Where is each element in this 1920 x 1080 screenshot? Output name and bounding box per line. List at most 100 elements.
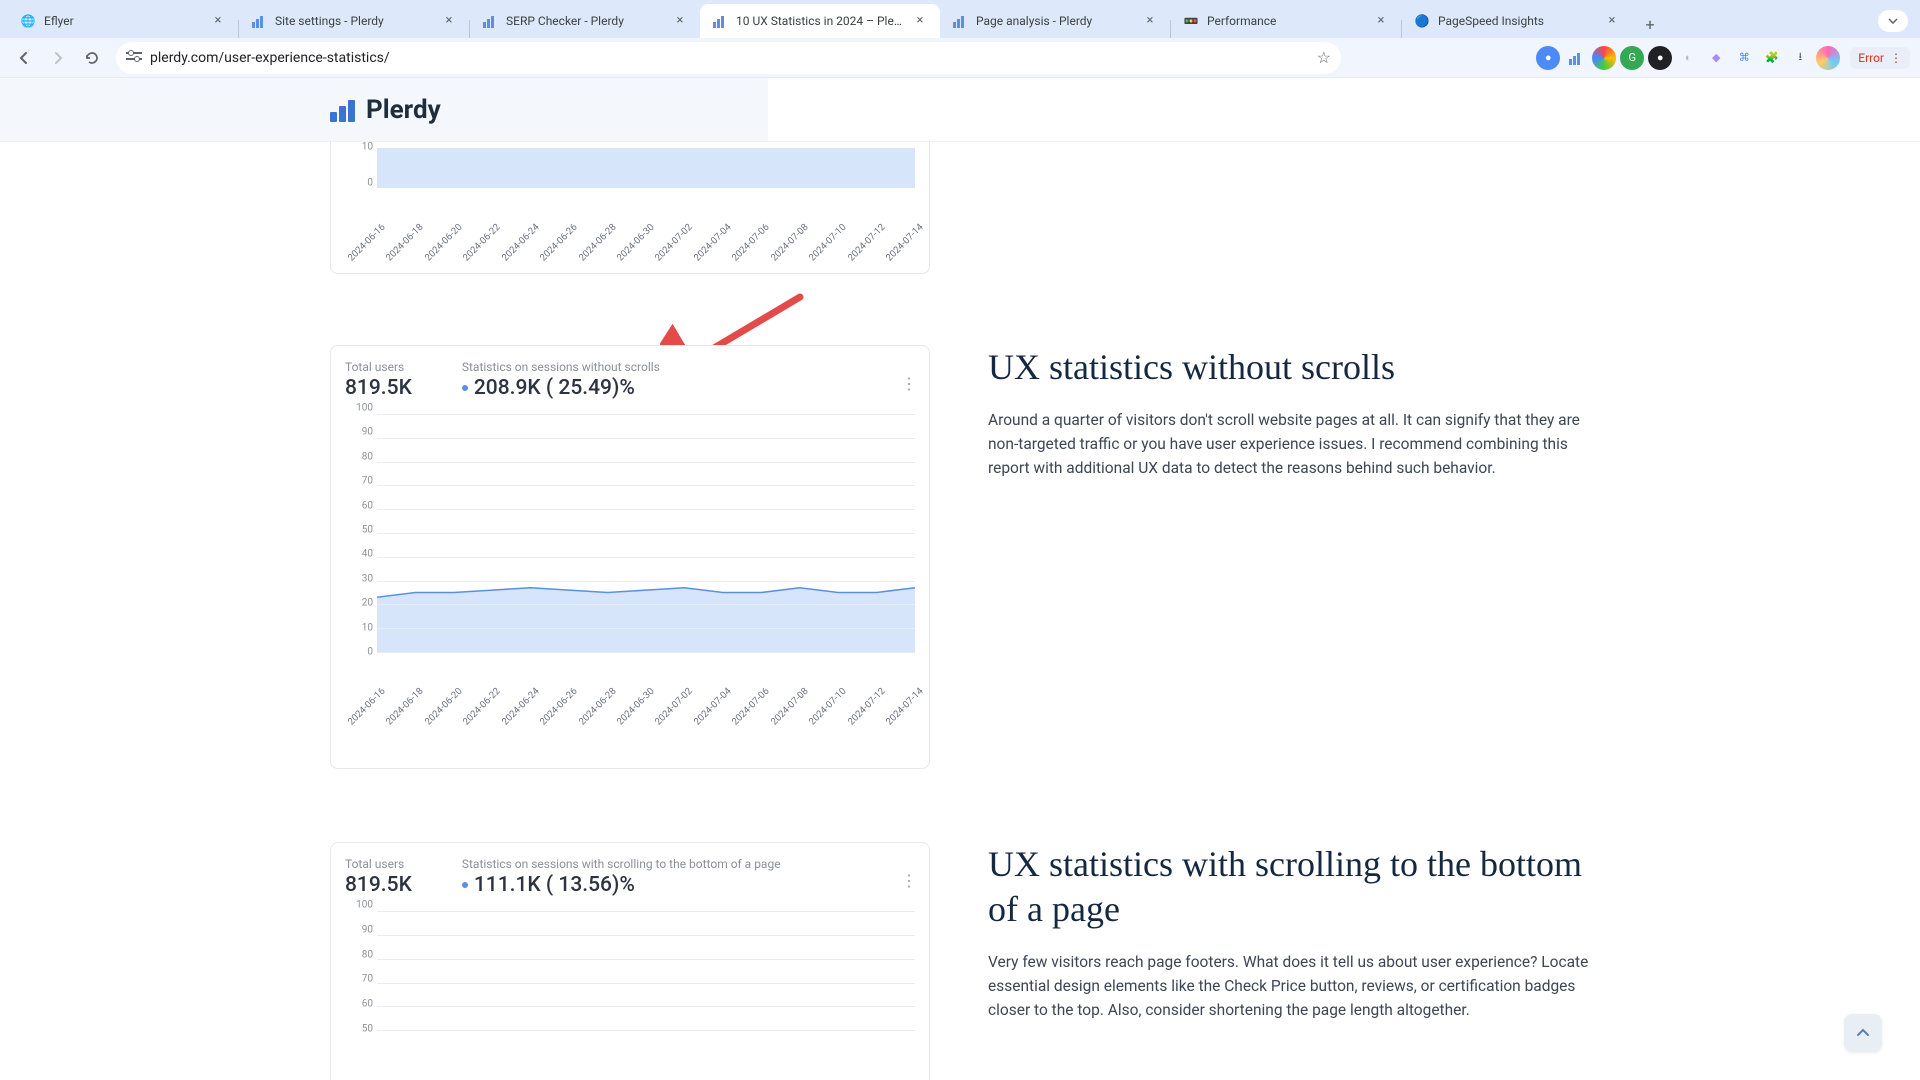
tab-title: 10 UX Statistics in 2024 – Plerdy <box>736 14 904 28</box>
close-icon[interactable]: × <box>1142 13 1158 29</box>
plerdy-favicon-icon <box>482 13 498 29</box>
url-text: plerdy.com/user-experience-statistics/ <box>150 50 1309 66</box>
x-tick: 2024-06-22 <box>461 686 503 728</box>
stat-label: Total users <box>345 360 412 374</box>
y-axis: 1009080706050 <box>345 905 377 1065</box>
x-tick: 2024-07-06 <box>730 686 772 728</box>
new-tab-button[interactable]: + <box>1636 10 1664 38</box>
extension-icon[interactable]: G <box>1620 46 1644 70</box>
x-tick: 2024-07-04 <box>692 222 734 264</box>
chart-plot-area <box>377 911 915 1065</box>
page-content: 10 0 2024-06-162024-06-182024-06-202024-… <box>0 142 1920 1080</box>
x-tick: 2024-06-24 <box>500 222 542 264</box>
extension-icon[interactable]: ● <box>1648 46 1672 70</box>
x-axis: 2024-06-162024-06-182024-06-202024-06-22… <box>377 188 915 230</box>
stat-total-users: Total users 819.5K <box>345 857 412 897</box>
downloads-icon[interactable]: ⭳ <box>1788 46 1812 70</box>
plerdy-logo[interactable]: Plerdy <box>330 95 441 125</box>
close-icon[interactable]: × <box>672 13 688 29</box>
bookmark-star-icon[interactable]: ☆ <box>1317 48 1331 67</box>
close-icon[interactable]: × <box>912 13 928 29</box>
y-tick: 50 <box>362 1024 373 1035</box>
globe-icon: 🌐 <box>20 13 36 29</box>
x-tick: 2024-07-14 <box>884 222 926 264</box>
y-tick: 70 <box>362 974 373 985</box>
extension-icon[interactable] <box>1592 46 1616 70</box>
y-tick: 30 <box>362 573 373 584</box>
stat-value: 111.1K ( 13.56)% <box>462 873 781 897</box>
extensions-area: ● G ● ◐ ◆ ⌘ 🧩 ⭳ Error ⋮ <box>1536 46 1910 70</box>
x-tick: 2024-07-12 <box>845 222 887 264</box>
stat-sessions-scroll-bottom: Statistics on sessions with scrolling to… <box>462 857 781 897</box>
tab-title: Performance <box>1207 14 1365 28</box>
y-tick: 20 <box>362 598 373 609</box>
extensions-puzzle-icon[interactable]: 🧩 <box>1760 46 1784 70</box>
tab-page-analysis[interactable]: Page analysis - Plerdy × <box>940 4 1170 38</box>
extension-icon[interactable]: ⌘ <box>1732 46 1756 70</box>
x-tick: 2024-06-20 <box>423 686 465 728</box>
extension-icon[interactable]: ◐ <box>1676 46 1700 70</box>
tab-eflyer[interactable]: 🌐 Eflyer × <box>8 4 238 38</box>
y-tick: 70 <box>362 476 373 487</box>
y-tick: 90 <box>362 427 373 438</box>
reload-button[interactable] <box>78 44 106 72</box>
section-body: Very few visitors reach page footers. Wh… <box>988 950 1594 1022</box>
back-to-top-button[interactable] <box>1844 1014 1882 1052</box>
x-tick: 2024-06-28 <box>576 686 618 728</box>
error-indicator[interactable]: Error ⋮ <box>1850 47 1910 69</box>
y-axis: 10 0 <box>345 142 377 188</box>
back-button[interactable] <box>10 44 38 72</box>
x-tick: 2024-06-28 <box>576 222 618 264</box>
stat-sessions-without-scrolls: Statistics on sessions without scrolls 2… <box>462 360 660 400</box>
browser-toolbar: plerdy.com/user-experience-statistics/ ☆… <box>0 38 1920 78</box>
tab-ux-statistics[interactable]: 10 UX Statistics in 2024 – Plerdy × <box>700 4 940 38</box>
extension-icon[interactable]: ● <box>1536 46 1560 70</box>
close-icon[interactable]: × <box>210 13 226 29</box>
card-menu-button[interactable]: ⋮ <box>901 879 917 883</box>
tab-performance[interactable]: 🚥 Performance × <box>1171 4 1401 38</box>
address-bar[interactable]: plerdy.com/user-experience-statistics/ ☆ <box>116 42 1341 74</box>
tab-pagespeed[interactable]: 🔵 PageSpeed Insights × <box>1402 4 1632 38</box>
y-tick: 80 <box>362 949 373 960</box>
stat-value: 208.9K ( 25.49)% <box>462 376 660 400</box>
series-dot-icon <box>462 385 468 391</box>
stat-total-users: Total users 819.5K <box>345 360 412 400</box>
y-tick: 100 <box>356 900 373 911</box>
x-tick: 2024-06-24 <box>500 686 542 728</box>
y-tick: 60 <box>362 999 373 1010</box>
tab-serp-checker[interactable]: SERP Checker - Plerdy × <box>470 4 700 38</box>
x-tick: 2024-06-18 <box>384 686 426 728</box>
chart-card-partial: 10 0 2024-06-162024-06-182024-06-202024-… <box>330 142 930 274</box>
chart-plot-area <box>377 148 915 188</box>
stats-card-scroll-to-bottom: Total users 819.5K Statistics on session… <box>330 842 930 1080</box>
extension-icon[interactable] <box>1564 46 1588 70</box>
tab-site-settings[interactable]: Site settings - Plerdy × <box>239 4 469 38</box>
series-dot-icon <box>462 882 468 888</box>
x-tick: 2024-07-06 <box>730 222 772 264</box>
tab-title: Page analysis - Plerdy <box>976 14 1134 28</box>
close-icon[interactable]: × <box>1373 13 1389 29</box>
card-menu-button[interactable]: ⋮ <box>901 382 917 386</box>
x-tick: 2024-06-20 <box>423 222 465 264</box>
y-tick: 80 <box>362 451 373 462</box>
close-icon[interactable]: × <box>1604 13 1620 29</box>
y-tick: 0 <box>367 178 373 189</box>
lighthouse-icon: 🚥 <box>1183 13 1199 29</box>
stat-value: 819.5K <box>345 376 412 400</box>
x-tick: 2024-06-26 <box>538 222 580 264</box>
y-tick: 50 <box>362 525 373 536</box>
extension-icon[interactable]: ◆ <box>1704 46 1728 70</box>
close-icon[interactable]: × <box>441 13 457 29</box>
y-tick: 10 <box>362 142 373 152</box>
section-body: Around a quarter of visitors don't scrol… <box>988 408 1594 480</box>
brand-name: Plerdy <box>366 95 441 125</box>
profile-avatar[interactable] <box>1816 46 1840 70</box>
x-tick: 2024-07-10 <box>807 686 849 728</box>
y-tick: 40 <box>362 549 373 560</box>
forward-button[interactable] <box>44 44 72 72</box>
x-tick: 2024-07-08 <box>769 222 811 264</box>
site-settings-icon[interactable] <box>126 50 142 66</box>
plerdy-favicon-icon <box>712 13 728 29</box>
y-axis: 1009080706050403020100 <box>345 408 377 652</box>
tab-search-button[interactable] <box>1878 10 1908 32</box>
